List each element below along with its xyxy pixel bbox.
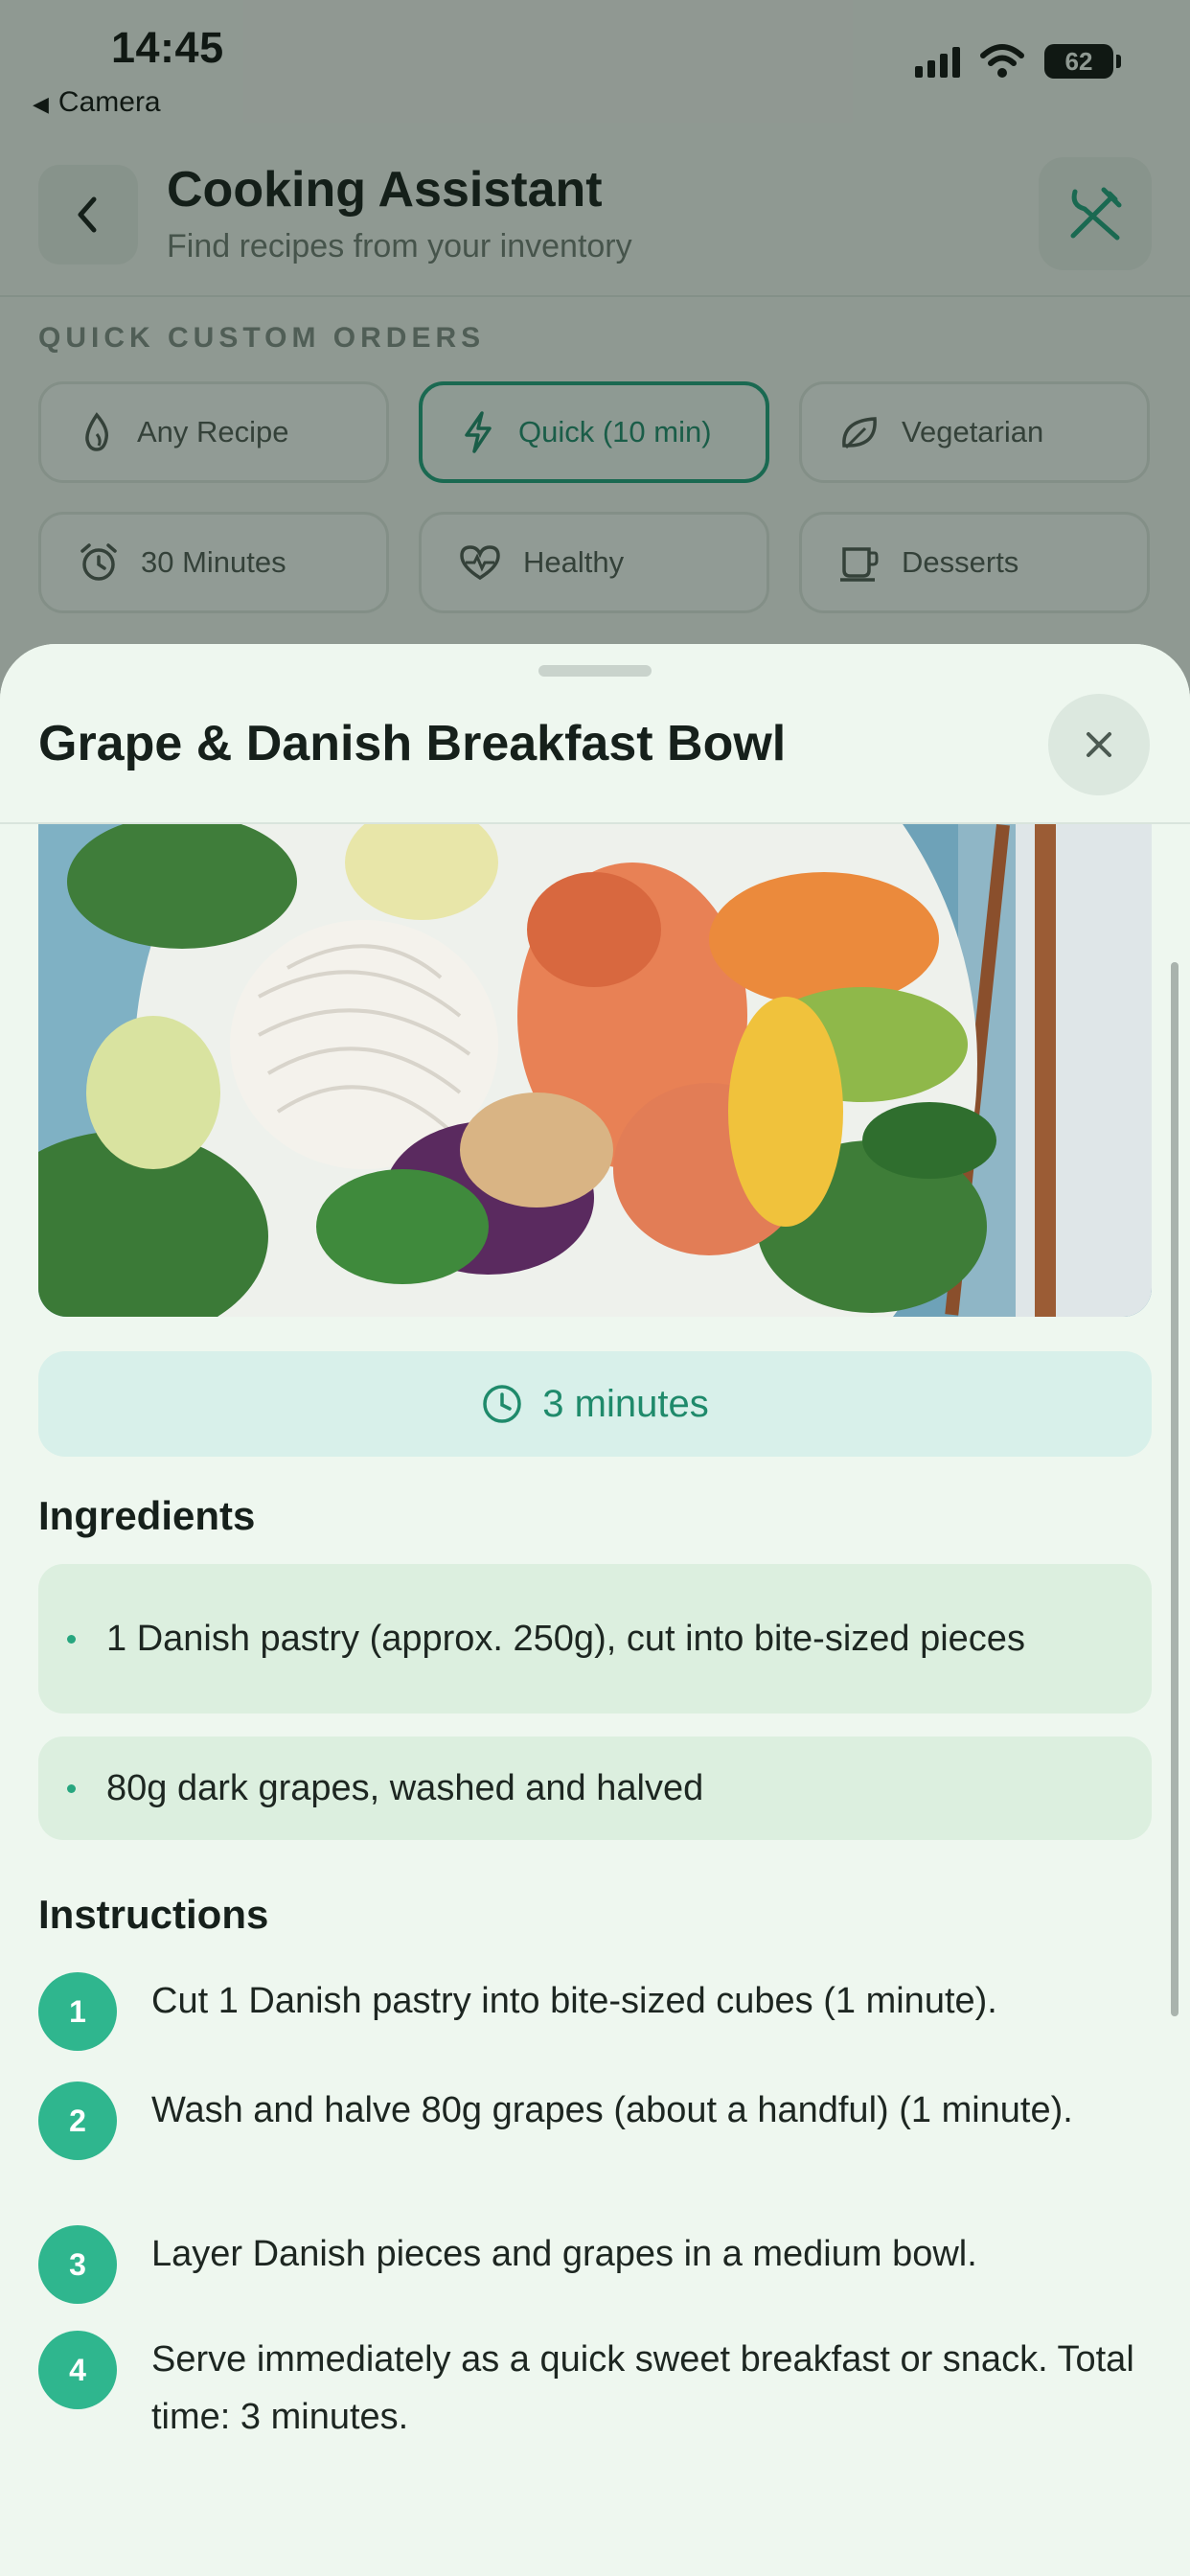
cook-time-pill: 3 minutes [38, 1351, 1152, 1457]
step-text: Cut 1 Danish pastry into bite-sized cube… [151, 1981, 997, 2021]
close-icon [1087, 732, 1111, 757]
step-number-badge: 2 [38, 2082, 117, 2160]
step-text: Serve immediately as a quick sweet break… [151, 2339, 1134, 2437]
instructions-heading: Instructions [38, 1892, 269, 1937]
close-button[interactable] [1048, 694, 1150, 795]
ingredients-heading: Ingredients [38, 1493, 256, 1538]
recipe-photo-illustration [38, 824, 1152, 1317]
instruction-step: 2 Wash and halve 80g grapes (about a han… [38, 2082, 1159, 2160]
bullet-dot [67, 1634, 76, 1644]
step-text: Wash and halve 80g grapes (about a handf… [151, 2090, 1073, 2130]
step-number-badge: 4 [38, 2331, 117, 2409]
recipe-title: Grape & Danish Breakfast Bowl [38, 716, 787, 771]
step-number-badge: 3 [38, 2225, 117, 2304]
instruction-step: 3 Layer Danish pieces and grapes in a me… [38, 2225, 1159, 2304]
step-text: Layer Danish pieces and grapes in a medi… [151, 2234, 977, 2274]
instruction-step: 4 Serve immediately as a quick sweet bre… [38, 2331, 1159, 2446]
ingredient-item: 80g dark grapes, washed and halved [38, 1736, 1152, 1840]
ingredient-text: 1 Danish pastry (approx. 250g), cut into… [106, 1619, 1025, 1659]
bullet-dot [67, 1783, 76, 1793]
cook-time-text: 3 minutes [542, 1382, 709, 1425]
step-number-badge: 1 [38, 1972, 117, 2051]
recipe-sheet: Grape & Danish Breakfast Bowl 3 minutes … [0, 644, 1190, 2576]
scrollbar[interactable] [1171, 962, 1179, 2016]
recipe-image [38, 824, 1152, 1317]
sheet-grabber[interactable] [538, 665, 652, 677]
clock-icon [483, 1385, 522, 1423]
sheet-header: Grape & Danish Breakfast Bowl [0, 644, 1190, 824]
instruction-step: 1 Cut 1 Danish pastry into bite-sized cu… [38, 1972, 1159, 2051]
ingredient-item: 1 Danish pastry (approx. 250g), cut into… [38, 1564, 1152, 1714]
ingredient-text: 80g dark grapes, washed and halved [106, 1768, 704, 1808]
